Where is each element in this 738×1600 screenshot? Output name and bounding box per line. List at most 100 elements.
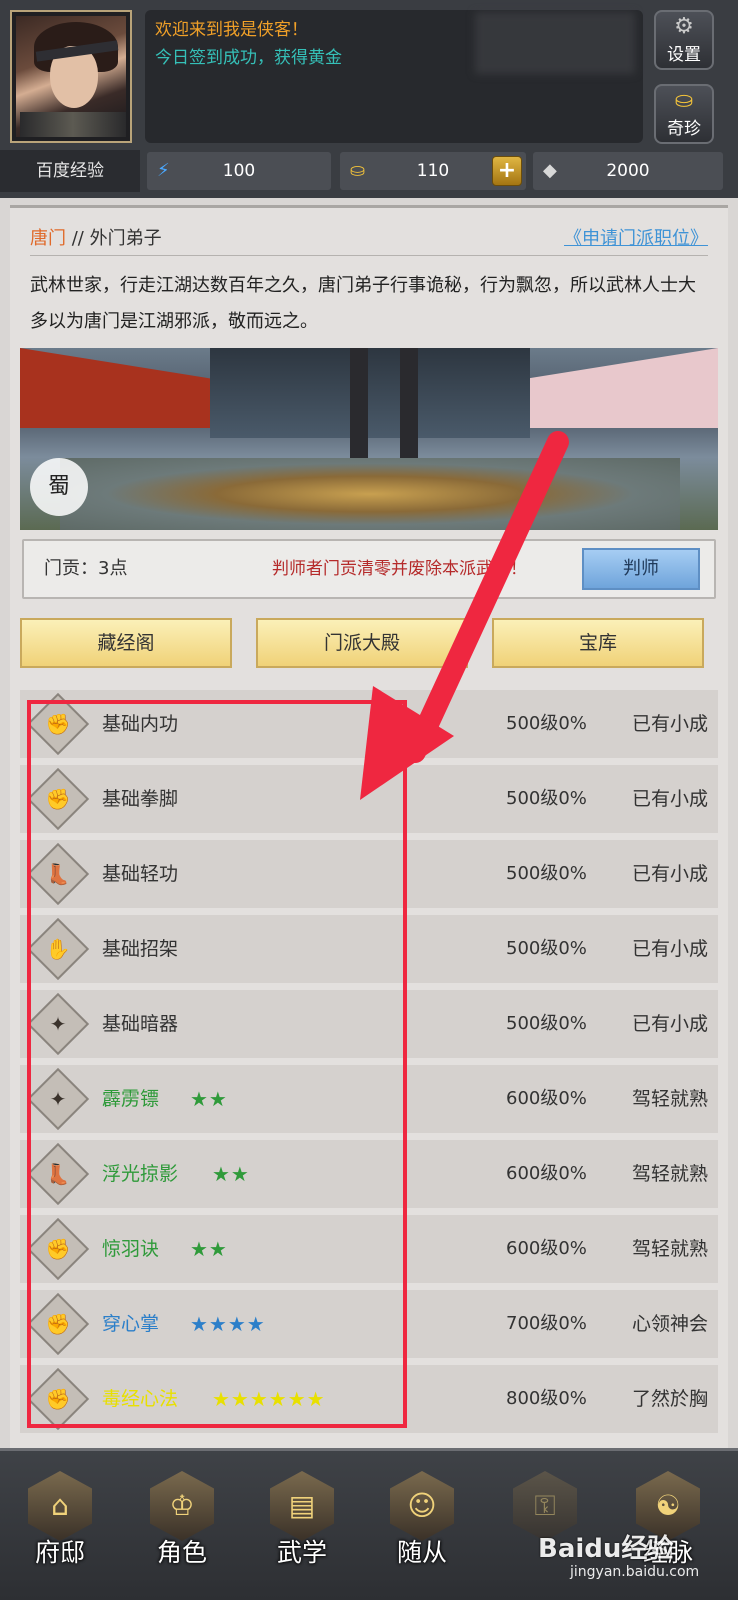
sect-panel: 唐门 // 外门弟子 《申请门派职位》 武林世家，行走江湖达数百年之久，唐门弟子… [10,205,728,1480]
fist-icon: ✊ [26,1292,90,1356]
silver-value: 2000 [606,161,650,181]
baidu-xp-label: 百度经验 [0,150,140,192]
sect-emblem: 蜀 [30,458,88,516]
skill-row[interactable]: ✊ 基础内功 500级0% 已有小成 [20,690,718,758]
skill-level: 600级0% [506,1088,587,1109]
skill-glyph: ✊ [45,1387,71,1411]
skill-row[interactable]: ✊ 惊羽诀 ★★ 600级0% 驾轻就熟 [20,1215,718,1283]
treasure-button[interactable]: ⛀ 奇珍 [654,84,714,144]
silver-resource: ◆ 2000 [533,152,723,190]
skill-level: 800级0% [506,1388,587,1409]
sect-title-row: 唐门 // 外门弟子 《申请门派职位》 [30,222,708,256]
skill-glyph: 👢 [45,1162,71,1186]
skill-stars: ★★★★ [190,1312,266,1336]
skill-rank: 驾轻就熟 [631,1163,708,1185]
skill-row[interactable]: 👢 基础轻功 500级0% 已有小成 [20,840,718,908]
skill-rank: 已有小成 [631,713,708,735]
body-icon: ✊ [26,1217,90,1281]
dart-icon: ✦ [26,992,90,1056]
skill-name: 浮光掠影 [102,1163,179,1185]
parry-icon: ✋ [26,917,90,981]
nav-role[interactable]: ♔ 角色 [142,1471,222,1591]
skill-row[interactable]: ✦ 霹雳镖 ★★ 600级0% 驾轻就熟 [20,1065,718,1133]
skill-level: 500级0% [506,788,587,809]
skill-glyph: ✊ [45,712,71,736]
skill-rank: 已有小成 [631,938,708,960]
betray-warning: 判师者门贡清零并废除本派武学！ [272,559,527,579]
follower-icon: ☺ [390,1471,454,1541]
skill-rank: 已有小成 [631,788,708,810]
sect-separator: // [66,228,90,249]
skill-level: 500级0% [506,713,587,734]
skill-stars: ★★ [190,1087,228,1111]
contribution-label: 门贡：3点 [44,558,128,579]
sect-hall-button[interactable]: 门派大殿 [256,618,468,668]
skill-level: 500级0% [506,1013,587,1034]
settings-button[interactable]: ⚙ 设置 [654,10,714,70]
skill-rank: 已有小成 [631,863,708,885]
sect-name: 唐门 [30,228,66,249]
nav-martial[interactable]: ▤ 武学 [262,1471,342,1591]
skill-rank: 驾轻就熟 [631,1238,708,1260]
betray-button[interactable]: 判师 [582,548,700,590]
mansion-icon: ⌂ [28,1471,92,1541]
skill-stars: ★★★★★★ [212,1387,326,1411]
skill-level: 600级0% [506,1163,587,1184]
skill-row[interactable]: ✦ 基础暗器 500级0% 已有小成 [20,990,718,1058]
skill-glyph: ✊ [45,1312,71,1336]
skill-row[interactable]: 👢 浮光掠影 ★★ 600级0% 驾轻就熟 [20,1140,718,1208]
sect-rank: 外门弟子 [89,228,162,249]
skill-level: 600级0% [506,1238,587,1259]
role-icon: ♔ [150,1471,214,1541]
skill-name: 基础轻功 [102,863,179,885]
skill-glyph: 👢 [45,862,71,886]
header-bar: 欢迎来到我是侠客！ 今日签到成功，获得黄金 ⚙ 设置 ⛀ 奇珍 百度经验 ⚡ 1… [0,0,738,198]
skill-name: 基础内功 [102,713,179,735]
skill-row[interactable]: ✊ 基础拳脚 500级0% 已有小成 [20,765,718,833]
boot-icon: 👢 [26,842,90,906]
skill-rank: 驾轻就熟 [631,1088,708,1110]
contribution-box: 门贡：3点 判师者门贡清零并废除本派武学！ 判师 [22,539,716,599]
skill-stars: ★★ [190,1237,228,1261]
body-icon: ✊ [26,1367,90,1431]
avatar-portrait [16,16,126,137]
skill-stars: ★★ [212,1162,250,1186]
skill-name: 基础暗器 [102,1013,179,1035]
skill-glyph: ✊ [45,787,71,811]
skill-name: 基础拳脚 [102,788,179,810]
skill-name: 惊羽诀 [102,1238,160,1260]
skill-glyph: ✦ [49,1087,67,1111]
body-icon: ✊ [26,692,90,756]
sect-description: 武林世家，行走江湖达数百年之久，唐门弟子行事诡秘，行为飘忽，所以武林人士大多以为… [30,275,696,332]
skill-glyph: ✋ [45,937,71,961]
baidu-watermark-url: jingyan.baidu.com [570,1564,700,1580]
skill-list: ✊ 基础内功 500级0% 已有小成 ✊ 基础拳脚 500级0% 已有小成 👢 基础轻功 500级0… [20,690,718,1440]
skill-glyph: ✊ [45,1237,71,1261]
blurred-region [475,12,635,74]
skill-rank: 已有小成 [631,1013,708,1035]
boot-icon: 👢 [26,1142,90,1206]
gold-resource: ⛀ 110 + [340,152,526,190]
apply-position-link[interactable]: 《申请门派职位》 [564,222,708,256]
library-button[interactable]: 藏经阁 [20,618,232,668]
skill-name: 基础招架 [102,938,179,960]
skill-rank: 了然於胸 [631,1388,708,1410]
message-box: 欢迎来到我是侠客！ 今日签到成功，获得黄金 [145,10,643,143]
skill-level: 700级0% [506,1313,587,1334]
add-gold-button[interactable]: + [492,156,522,186]
skill-name: 毒经心法 [102,1388,179,1410]
treasure-label: 奇珍 [667,119,701,139]
skill-row[interactable]: ✊ 穿心掌 ★★★★ 700级0% 心领神会 [20,1290,718,1358]
dart-icon: ✦ [26,1067,90,1131]
skill-glyph: ✦ [49,1012,67,1036]
energy-value: 100 [222,161,256,181]
nav-mansion[interactable]: ⌂ 府邸 [20,1471,100,1591]
skill-level: 500级0% [506,938,587,959]
vault-button[interactable]: 宝库 [492,618,704,668]
nav-follower[interactable]: ☺ 随从 [382,1471,462,1591]
skill-row[interactable]: ✊ 毒经心法 ★★★★★★ 800级0% 了然於胸 [20,1365,718,1433]
skill-row[interactable]: ✋ 基础招架 500级0% 已有小成 [20,915,718,983]
book-icon: ▤ [270,1471,334,1541]
fist-icon: ✊ [26,767,90,831]
player-avatar[interactable] [10,10,132,143]
